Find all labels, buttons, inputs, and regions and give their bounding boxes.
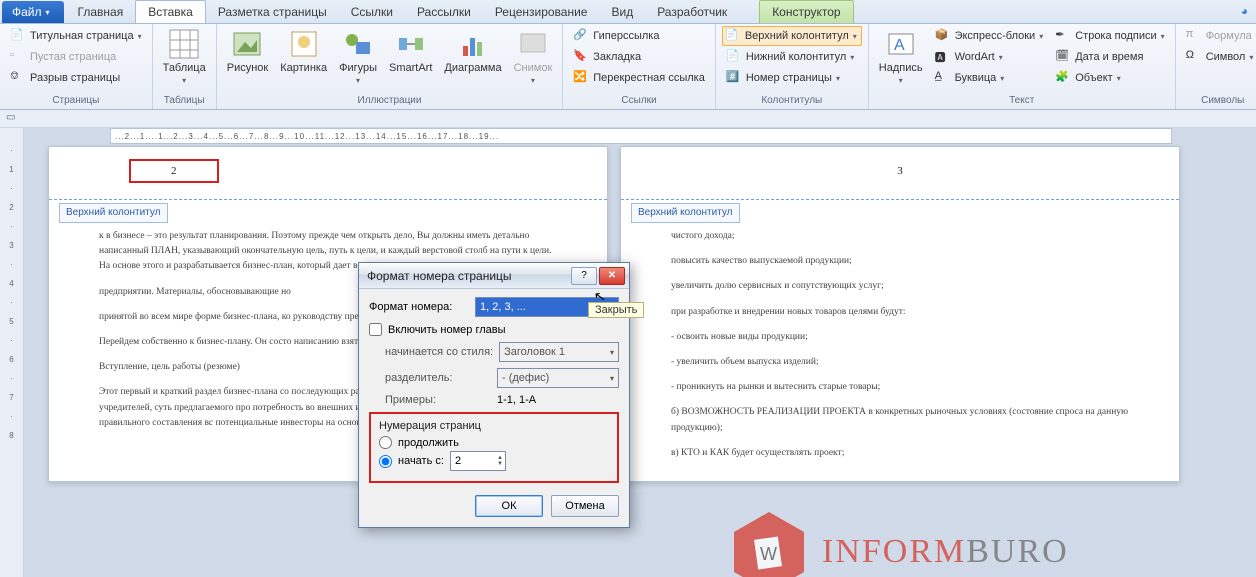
signatureline-button[interactable]: ✒Строка подписи	[1051, 26, 1168, 46]
equation-button[interactable]: πФормула	[1182, 26, 1256, 46]
tab-design-context[interactable]: Конструктор	[759, 0, 853, 23]
tab-view[interactable]: Вид	[599, 1, 645, 23]
group-links: 🔗Гиперссылка 🔖Закладка 🔀Перекрестная ссы…	[563, 24, 716, 109]
tab-references[interactable]: Ссылки	[339, 1, 405, 23]
group-illustrations: Рисунок Картинка Фигуры SmartArt Диаграм…	[217, 24, 564, 109]
separator-combo[interactable]: - (дефис)	[497, 368, 619, 388]
dialog-help-button[interactable]: ?	[571, 267, 597, 285]
below-ribbon-strip: ▭	[0, 110, 1256, 128]
tab-bar: Файл Главная Вставка Разметка страницы С…	[0, 0, 1256, 24]
cancel-button[interactable]: Отмена	[551, 495, 619, 517]
group-symbols: πФормула ΩСимвол Символы	[1176, 24, 1256, 109]
include-chapter-label: Включить номер главы	[388, 324, 506, 336]
symbol-button[interactable]: ΩСимвол	[1182, 47, 1256, 67]
numbering-legend: Нумерация страниц	[379, 420, 609, 432]
quickparts-button[interactable]: 📦Экспресс-блоки	[931, 26, 1048, 46]
group-title: Страницы	[6, 93, 146, 109]
svg-text:A: A	[894, 37, 905, 54]
ok-button[interactable]: ОК	[475, 495, 543, 517]
wordart-button[interactable]: 🅰WordArt	[931, 47, 1048, 67]
crossref-button[interactable]: 🔀Перекрестная ссылка	[569, 68, 709, 88]
chart-button[interactable]: Диаграмма	[440, 26, 505, 76]
group-headerfooter: 📄Верхний колонтитул 📄Нижний колонтитул #…	[716, 24, 869, 109]
chapter-style-combo[interactable]: Заголовок 1	[499, 342, 619, 362]
footer-button[interactable]: 📄Нижний колонтитул	[722, 47, 862, 67]
file-tab[interactable]: Файл	[2, 1, 64, 23]
svg-text:W: W	[760, 544, 777, 564]
page-numbering-fieldset: Нумерация страниц продолжить начать с: 2…	[369, 412, 619, 483]
picture-button[interactable]: Рисунок	[223, 26, 273, 76]
dialog-title: Формат номера страницы	[367, 269, 512, 283]
object-button[interactable]: 🧩Объект	[1051, 68, 1168, 88]
smartart-button[interactable]: SmartArt	[385, 26, 436, 76]
screenshot-button[interactable]: Снимок	[510, 26, 557, 87]
tab-insert[interactable]: Вставка	[135, 0, 206, 23]
start-at-radio[interactable]	[379, 455, 392, 468]
help-icon[interactable]: ◕	[1241, 4, 1248, 18]
page-break-button[interactable]: ⎊Разрыв страницы	[6, 68, 146, 88]
ribbon: 📄Титульная страница ▫Пустая страница ⎊Ра…	[0, 24, 1256, 110]
watermark: W INFORMBURO	[724, 512, 1069, 577]
header-tag[interactable]: Верхний колонтитул	[631, 203, 740, 223]
textbox-button[interactable]: AНадпись	[875, 26, 927, 87]
blank-page-button[interactable]: ▫Пустая страница	[6, 47, 146, 67]
table-button[interactable]: Таблица	[159, 26, 210, 87]
group-tables: Таблица Таблицы	[153, 24, 217, 109]
group-text: AНадпись 📦Экспресс-блоки 🅰WordArt A̲Букв…	[869, 24, 1176, 109]
header-tag[interactable]: Верхний колонтитул	[59, 203, 168, 223]
tab-mailings[interactable]: Рассылки	[405, 1, 483, 23]
datetime-button[interactable]: 🗓Дата и время	[1051, 47, 1168, 67]
dialog-close-button[interactable]: ✕	[599, 267, 625, 285]
page-3: 3 Верхний колонтитул чистого дохода; пов…	[620, 146, 1180, 482]
title-page-button[interactable]: 📄Титульная страница	[6, 26, 146, 46]
vertical-ruler: ·1·2·3·4·5·6·7·8	[0, 128, 24, 577]
tab-developer[interactable]: Разработчик	[645, 1, 739, 23]
bookmark-button[interactable]: 🔖Закладка	[569, 47, 709, 67]
examples-value: 1-1, 1-A	[497, 394, 536, 406]
continue-radio[interactable]	[379, 436, 392, 449]
pagenumber-button[interactable]: #️⃣Номер страницы	[722, 68, 862, 88]
page-number-2: 2	[129, 159, 219, 183]
page-number-3: 3	[897, 163, 903, 181]
clipart-button[interactable]: Картинка	[276, 26, 331, 76]
start-at-spinner[interactable]: 2 ▲▼	[450, 451, 506, 471]
dropcap-button[interactable]: A̲Буквица	[931, 68, 1048, 88]
document-area: ...2...1....1...2...3...4...5...6...7...…	[24, 128, 1256, 577]
include-chapter-checkbox[interactable]	[369, 323, 382, 336]
document-icon: ▭	[6, 112, 15, 123]
tab-layout[interactable]: Разметка страницы	[206, 1, 339, 23]
shapes-button[interactable]: Фигуры	[335, 26, 381, 87]
tab-home[interactable]: Главная	[66, 1, 136, 23]
tab-review[interactable]: Рецензирование	[483, 1, 600, 23]
format-label: Формат номера:	[369, 301, 469, 313]
group-pages: 📄Титульная страница ▫Пустая страница ⎊Ра…	[0, 24, 153, 109]
hyperlink-button[interactable]: 🔗Гиперссылка	[569, 26, 709, 46]
horizontal-ruler: ...2...1....1...2...3...4...5...6...7...…	[110, 128, 1172, 144]
header-button[interactable]: 📄Верхний колонтитул	[722, 26, 862, 46]
